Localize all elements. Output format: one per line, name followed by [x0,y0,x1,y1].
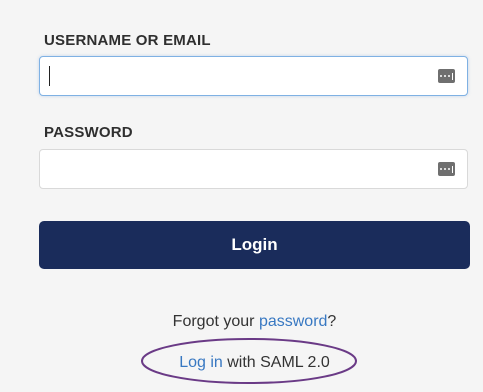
text-caret [49,66,50,86]
password-manager-icon[interactable] [438,69,455,83]
password-manager-icon[interactable] [438,162,455,176]
forgot-password-link[interactable]: password [259,313,327,330]
saml-suffix: with SAML 2.0 [222,354,330,371]
username-label: USERNAME OR EMAIL [44,32,211,49]
saml-login-line: Log in with SAML 2.0 [39,354,470,372]
username-input[interactable] [48,63,428,89]
password-field[interactable] [39,149,468,189]
saml-login-link[interactable]: Log in [179,354,223,371]
password-label: PASSWORD [44,124,133,141]
forgot-prefix: Forgot your [172,313,259,330]
username-field[interactable] [39,56,468,96]
login-form: USERNAME OR EMAIL PASSWORD Login Forgot … [39,0,470,392]
password-input[interactable] [48,156,428,182]
login-button[interactable]: Login [39,221,470,269]
forgot-suffix: ? [327,313,337,330]
forgot-password-line: Forgot your password? [39,313,470,331]
